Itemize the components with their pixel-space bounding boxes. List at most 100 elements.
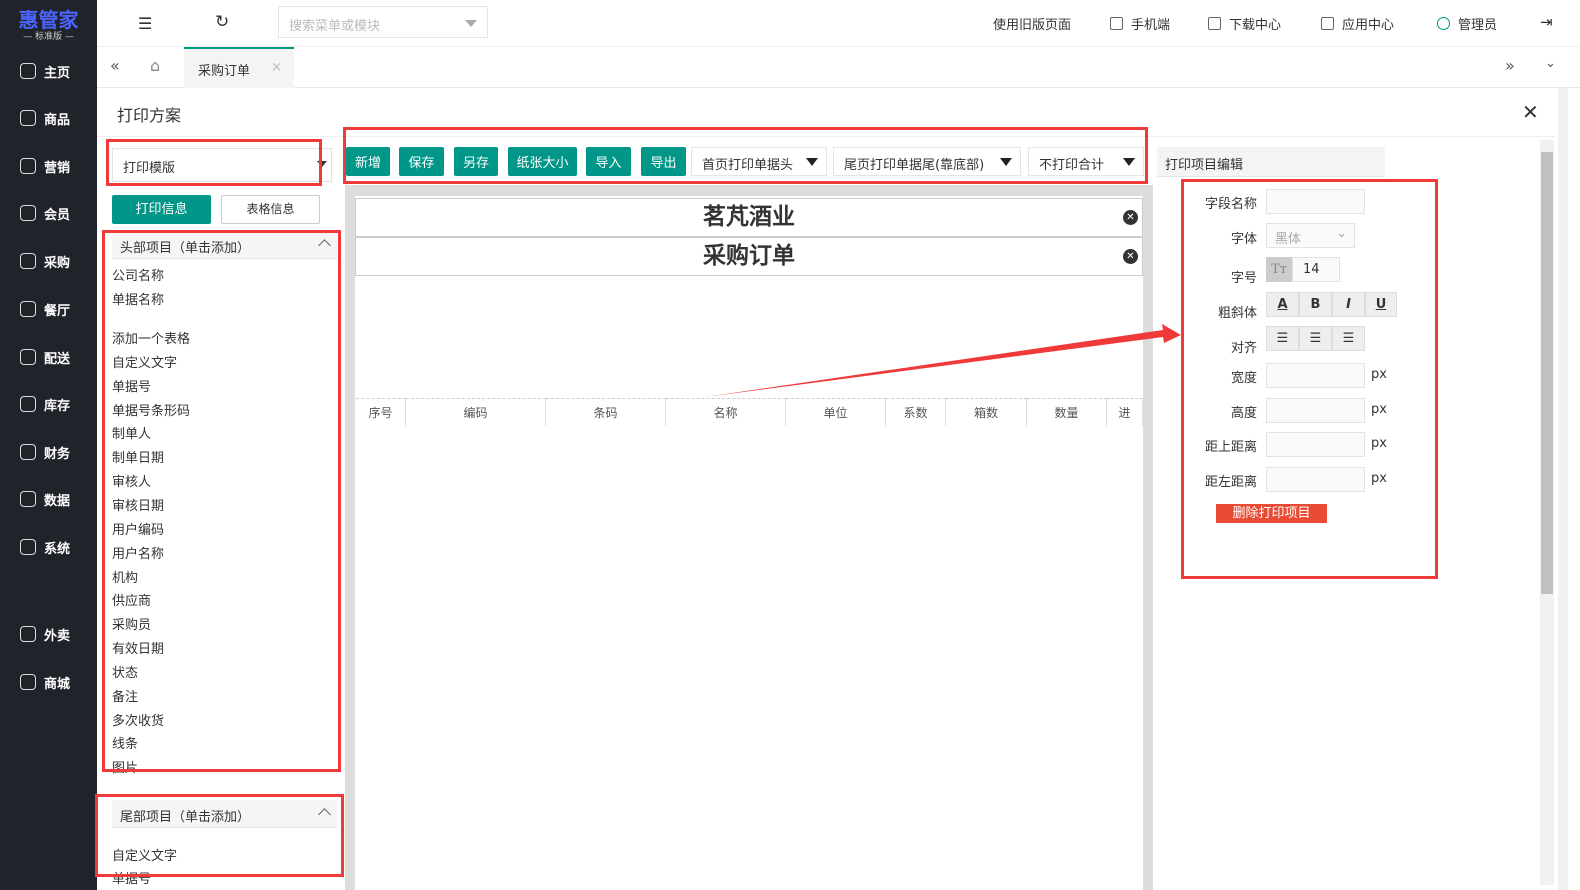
width-input[interactable] xyxy=(1266,363,1365,388)
field-name-input[interactable] xyxy=(1266,189,1365,214)
close-tab-icon[interactable]: × xyxy=(271,60,282,75)
old-version-link[interactable]: 使用旧版页面 xyxy=(993,14,1071,33)
table-column-header[interactable]: 序号 xyxy=(356,398,406,426)
align-left-icon[interactable]: ☰ xyxy=(1266,326,1299,351)
head-item[interactable]: 添加一个表格 xyxy=(112,328,190,347)
sidebar-item-5[interactable]: 餐厅 xyxy=(0,294,97,324)
head-item[interactable]: 审核日期 xyxy=(112,495,164,514)
head-item[interactable]: 线条 xyxy=(112,733,138,752)
paper-size-button[interactable]: 纸张大小 xyxy=(508,147,577,176)
head-item[interactable]: 备注 xyxy=(112,686,138,705)
company-name-item[interactable]: 茗芃酒业 ✕ xyxy=(355,198,1143,237)
save-button[interactable]: 保存 xyxy=(399,147,444,176)
italic-button[interactable]: I xyxy=(1332,292,1365,317)
logout-icon[interactable]: ⇥ xyxy=(1540,13,1553,31)
table-info-tab[interactable]: 表格信息 xyxy=(221,195,320,224)
foot-section-header[interactable]: 尾部项目（单击添加） xyxy=(112,800,337,828)
user-menu[interactable]: 管理员 xyxy=(1437,14,1497,33)
head-item[interactable]: 采购员 xyxy=(112,614,151,633)
head-item[interactable]: 单据名称 xyxy=(112,289,164,308)
head-item[interactable]: 图片 xyxy=(112,757,138,776)
export-button[interactable]: 导出 xyxy=(641,147,686,176)
head-item[interactable]: 供应商 xyxy=(112,590,151,609)
head-item[interactable]: 用户编码 xyxy=(112,519,164,538)
add-button[interactable]: 新增 xyxy=(346,147,390,176)
sidebar-item-7[interactable]: 库存 xyxy=(0,389,97,419)
download-center-link[interactable]: 下载中心 xyxy=(1208,14,1281,33)
height-input[interactable] xyxy=(1266,398,1365,423)
sidebar-item-6[interactable]: 配送 xyxy=(0,342,97,372)
scrollbar[interactable] xyxy=(1540,140,1554,885)
print-info-tab[interactable]: 打印信息 xyxy=(112,195,211,224)
align-center-icon[interactable]: ☰ xyxy=(1299,326,1332,351)
sidebar-item-8[interactable]: 财务 xyxy=(0,437,97,467)
sidebar-item-label: 数据 xyxy=(44,493,71,509)
sidebar-item-9[interactable]: 数据 xyxy=(0,484,97,514)
sidebar-item-4[interactable]: 采购 xyxy=(0,246,97,276)
align-right-icon[interactable]: ☰ xyxy=(1332,326,1365,351)
table-column-header[interactable]: 数量 xyxy=(1027,398,1107,426)
head-item[interactable]: 单据号条形码 xyxy=(112,400,190,419)
refresh-icon[interactable]: ↻ xyxy=(215,12,229,32)
head-item[interactable]: 审核人 xyxy=(112,471,151,490)
head-item[interactable]: 有效日期 xyxy=(112,638,164,657)
home-tab-icon[interactable]: ⌂ xyxy=(150,56,160,75)
font-size-input[interactable]: 14 xyxy=(1292,257,1340,282)
total-print-dropdown[interactable]: 不打印合计 xyxy=(1028,147,1144,176)
sidebar-item-0[interactable]: 主页 xyxy=(0,56,97,86)
template-select[interactable]: 打印模版 xyxy=(112,148,332,182)
table-column-header[interactable]: 编码 xyxy=(406,398,546,426)
app-center-link[interactable]: 应用中心 xyxy=(1321,14,1394,33)
head-item[interactable]: 单据号 xyxy=(112,376,151,395)
save-as-button[interactable]: 另存 xyxy=(454,147,498,176)
sidebar-item-2[interactable]: 营销 xyxy=(0,151,97,181)
font-color-button[interactable]: A xyxy=(1266,292,1299,317)
top-offset-input[interactable] xyxy=(1266,432,1365,457)
underline-button[interactable]: U xyxy=(1365,292,1397,317)
head-item[interactable]: 多次收货 xyxy=(112,710,164,729)
head-item[interactable]: 状态 xyxy=(112,662,138,681)
foot-item[interactable]: 单据号 xyxy=(112,868,151,887)
remove-item-icon[interactable]: ✕ xyxy=(1123,210,1138,225)
sidebar-item-11[interactable]: 外卖 xyxy=(0,619,97,649)
menu-search-input[interactable]: 搜索菜单或模块 xyxy=(278,6,488,38)
table-column-header[interactable]: 进 xyxy=(1107,398,1143,426)
tabs-scroll-right-icon[interactable]: » xyxy=(1505,56,1515,75)
sidebar-item-1[interactable]: 商品 xyxy=(0,103,97,133)
table-column-header[interactable]: 箱数 xyxy=(946,398,1027,426)
doc-title-item[interactable]: 采购订单 ✕ xyxy=(355,237,1143,276)
font-select[interactable]: 黑体 ⌄ xyxy=(1266,223,1355,248)
import-button[interactable]: 导入 xyxy=(586,147,631,176)
left-offset-label: 距左距离 xyxy=(1204,475,1257,490)
header-print-dropdown[interactable]: 首页打印单据头 xyxy=(691,147,827,176)
table-column-header[interactable]: 名称 xyxy=(666,398,786,426)
tabs-scroll-left-icon[interactable]: « xyxy=(110,56,120,75)
table-column-header[interactable]: 系数 xyxy=(886,398,946,426)
bike-icon xyxy=(20,626,36,642)
table-column-header[interactable]: 条码 xyxy=(546,398,666,426)
table-column-header[interactable]: 单位 xyxy=(786,398,886,426)
left-offset-input[interactable] xyxy=(1266,467,1365,492)
head-item[interactable]: 用户名称 xyxy=(112,543,164,562)
remove-item-icon[interactable]: ✕ xyxy=(1123,249,1138,264)
tabs-menu-chevron-down-icon[interactable]: ⌄ xyxy=(1545,56,1556,71)
close-panel-icon[interactable]: ✕ xyxy=(1522,100,1539,124)
footer-print-dropdown[interactable]: 尾页打印单据尾(靠底部) xyxy=(833,147,1021,176)
delete-print-item-button[interactable]: 删除打印项目 xyxy=(1216,504,1327,523)
head-item[interactable]: 机构 xyxy=(112,567,138,586)
head-section-header[interactable]: 头部项目（单击添加） xyxy=(112,231,337,259)
sidebar-item-3[interactable]: 会员 xyxy=(0,198,97,228)
sidebar-item-10[interactable]: 系统 xyxy=(0,532,97,562)
head-item[interactable]: 制单人 xyxy=(112,423,151,442)
bold-button[interactable]: B xyxy=(1299,292,1332,317)
head-item[interactable]: 自定义文字 xyxy=(112,352,177,371)
scrollbar-thumb[interactable] xyxy=(1541,152,1553,594)
sidebar-item-12[interactable]: 商城 xyxy=(0,667,97,697)
foot-item[interactable]: 自定义文字 xyxy=(112,845,177,864)
page-scrollbar[interactable] xyxy=(1558,88,1568,890)
menu-toggle-icon[interactable]: ☰ xyxy=(138,14,152,33)
head-item[interactable]: 制单日期 xyxy=(112,447,164,466)
tab-purchase-order[interactable]: 采购订单 × xyxy=(184,47,294,88)
head-item[interactable]: 公司名称 xyxy=(112,265,164,284)
mobile-link[interactable]: 手机端 xyxy=(1110,14,1170,33)
